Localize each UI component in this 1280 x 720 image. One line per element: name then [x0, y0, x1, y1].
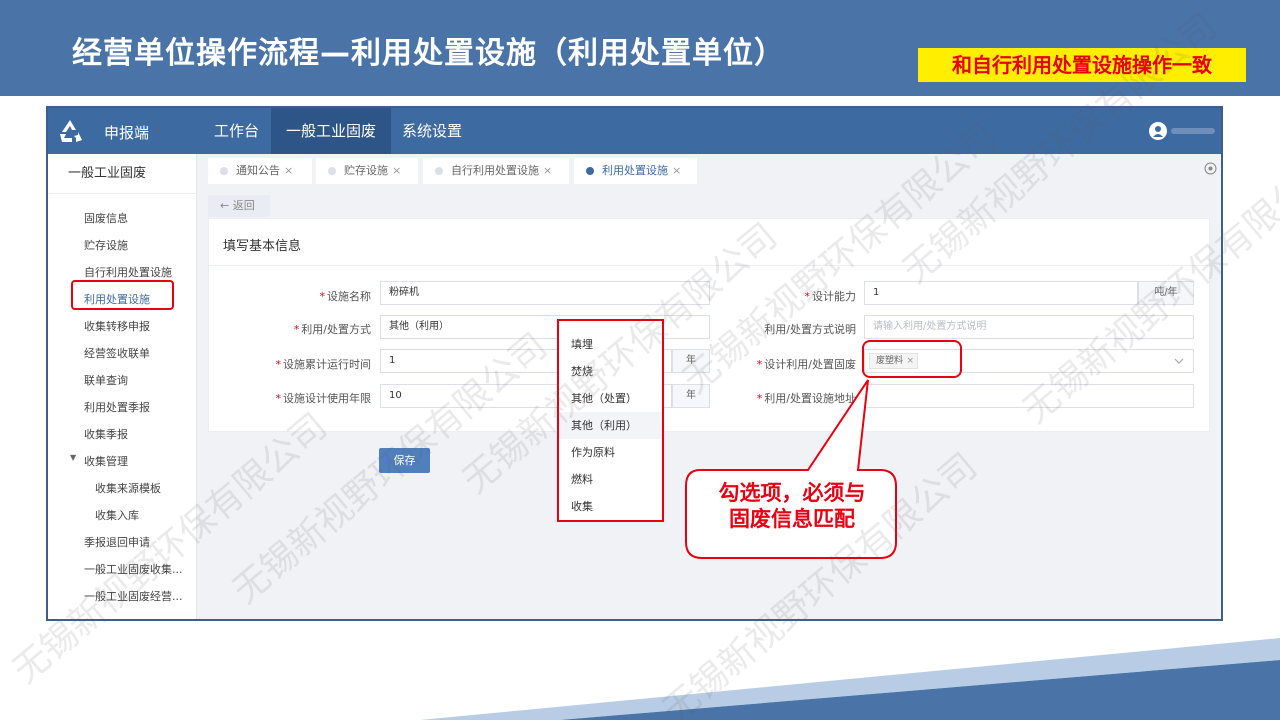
- tab-self-disposal[interactable]: 自行利用处置设施 ×: [423, 158, 569, 184]
- sidebar-highlight-box: [71, 280, 174, 310]
- capacity-label: * 设计能力: [804, 290, 857, 303]
- option-collection[interactable]: 收集: [559, 493, 662, 520]
- close-icon: ×: [284, 164, 294, 177]
- app-topbar: 申报端 工作台 一般工业固废 系统设置: [48, 108, 1221, 154]
- close-icon: ×: [543, 164, 553, 177]
- runtime-unit: 年: [672, 349, 710, 373]
- tab-storage[interactable]: 贮存设施 ×: [316, 158, 418, 184]
- option-fuel[interactable]: 燃料: [559, 466, 662, 493]
- sidebar-item-collection-more[interactable]: 一般工业固废收集...: [84, 561, 183, 577]
- save-button[interactable]: 保存: [379, 448, 430, 473]
- nav-general-waste[interactable]: 一般工业固废: [271, 108, 392, 154]
- waste-type-label: * 设计利用/处置固废: [756, 358, 856, 371]
- user-name-redacted: [1171, 128, 1215, 134]
- option-incineration[interactable]: 焚烧: [559, 358, 662, 385]
- sidebar-item-self-disposal[interactable]: 自行利用处置设施: [84, 264, 172, 280]
- sidebar-item-return-request[interactable]: 季报退回申请: [84, 534, 150, 550]
- sidebar-item-business-more[interactable]: 一般工业固废经营...: [84, 588, 183, 604]
- address-input[interactable]: [864, 384, 1194, 408]
- sidebar-item-receipt[interactable]: 经营签收联单: [84, 345, 150, 361]
- facility-name-label: * 设施名称: [319, 290, 372, 303]
- service-life-unit: 年: [672, 384, 710, 408]
- app-brand: 申报端: [104, 124, 150, 142]
- option-raw-material[interactable]: 作为原料: [559, 439, 662, 466]
- facility-name-input[interactable]: 粉碎机: [380, 281, 710, 305]
- collapse-arrow-icon[interactable]: ▼: [70, 453, 76, 462]
- recycle-icon: [60, 120, 82, 142]
- runtime-label: * 设施累计运行时间: [275, 358, 372, 371]
- option-other-utilization[interactable]: 其他（利用）: [559, 412, 662, 439]
- callout-text: 勾选项，必须与 固废信息匹配: [718, 481, 866, 531]
- capacity-unit: 吨/年: [1138, 281, 1194, 305]
- sidebar-item-transfer-report[interactable]: 收集转移申报: [84, 318, 150, 334]
- waste-highlight-box: [862, 340, 962, 378]
- page-tabs: 通知公告 × 贮存设施 × 自行利用处置设施 × 利用处置设施 ×: [198, 154, 1221, 184]
- close-icon: ×: [672, 164, 682, 177]
- chevron-down-icon[interactable]: [1174, 356, 1184, 366]
- service-life-label: * 设施设计使用年限: [275, 392, 372, 405]
- sidebar-item-collection-inbound[interactable]: 收集入库: [95, 507, 139, 523]
- close-all-icon[interactable]: [1204, 162, 1217, 175]
- nav-workbench[interactable]: 工作台: [199, 108, 274, 154]
- sidebar-item-waste-info[interactable]: 固废信息: [84, 210, 128, 226]
- app-screenshot: 申报端 工作台 一般工业固废 系统设置 一般工业固废 固废信息 贮存设施 自行利…: [46, 106, 1223, 621]
- tab-disposal-facility[interactable]: 利用处置设施 ×: [574, 158, 697, 184]
- sidebar-item-storage[interactable]: 贮存设施: [84, 237, 128, 253]
- user-icon[interactable]: [1149, 122, 1167, 140]
- sidebar: 一般工业固废 固废信息 贮存设施 自行利用处置设施 利用处置设施 收集转移申报 …: [48, 154, 197, 619]
- method-dropdown: 填埋 焚烧 其他（处置） 其他（利用） 作为原料 燃料 收集: [557, 319, 664, 522]
- method-desc-input[interactable]: 请输入利用/处置方式说明: [864, 315, 1194, 339]
- address-label: * 利用/处置设施地址: [756, 392, 856, 405]
- back-button[interactable]: ← 返回: [208, 195, 270, 217]
- close-icon: ×: [392, 164, 402, 177]
- sidebar-item-collection-quarterly[interactable]: 收集季报: [84, 426, 128, 442]
- sidebar-item-source-template[interactable]: 收集来源模板: [95, 480, 161, 496]
- sidebar-heading: 一般工业固废: [48, 154, 197, 194]
- nav-system-settings[interactable]: 系统设置: [387, 108, 477, 154]
- sidebar-item-disposal-quarterly[interactable]: 利用处置季报: [84, 399, 150, 415]
- method-desc-label: 利用/处置方式说明: [764, 323, 856, 336]
- section-title: 填写基本信息: [223, 239, 302, 254]
- option-landfill[interactable]: 填埋: [559, 331, 662, 358]
- tab-notice[interactable]: 通知公告 ×: [208, 158, 312, 184]
- sidebar-group-collection[interactable]: 收集管理: [84, 453, 128, 469]
- method-label: * 利用/处置方式: [293, 323, 371, 336]
- capacity-input[interactable]: 1: [864, 281, 1138, 305]
- option-other-disposal[interactable]: 其他（处置）: [559, 385, 662, 412]
- sidebar-item-manifest-query[interactable]: 联单查询: [84, 372, 128, 388]
